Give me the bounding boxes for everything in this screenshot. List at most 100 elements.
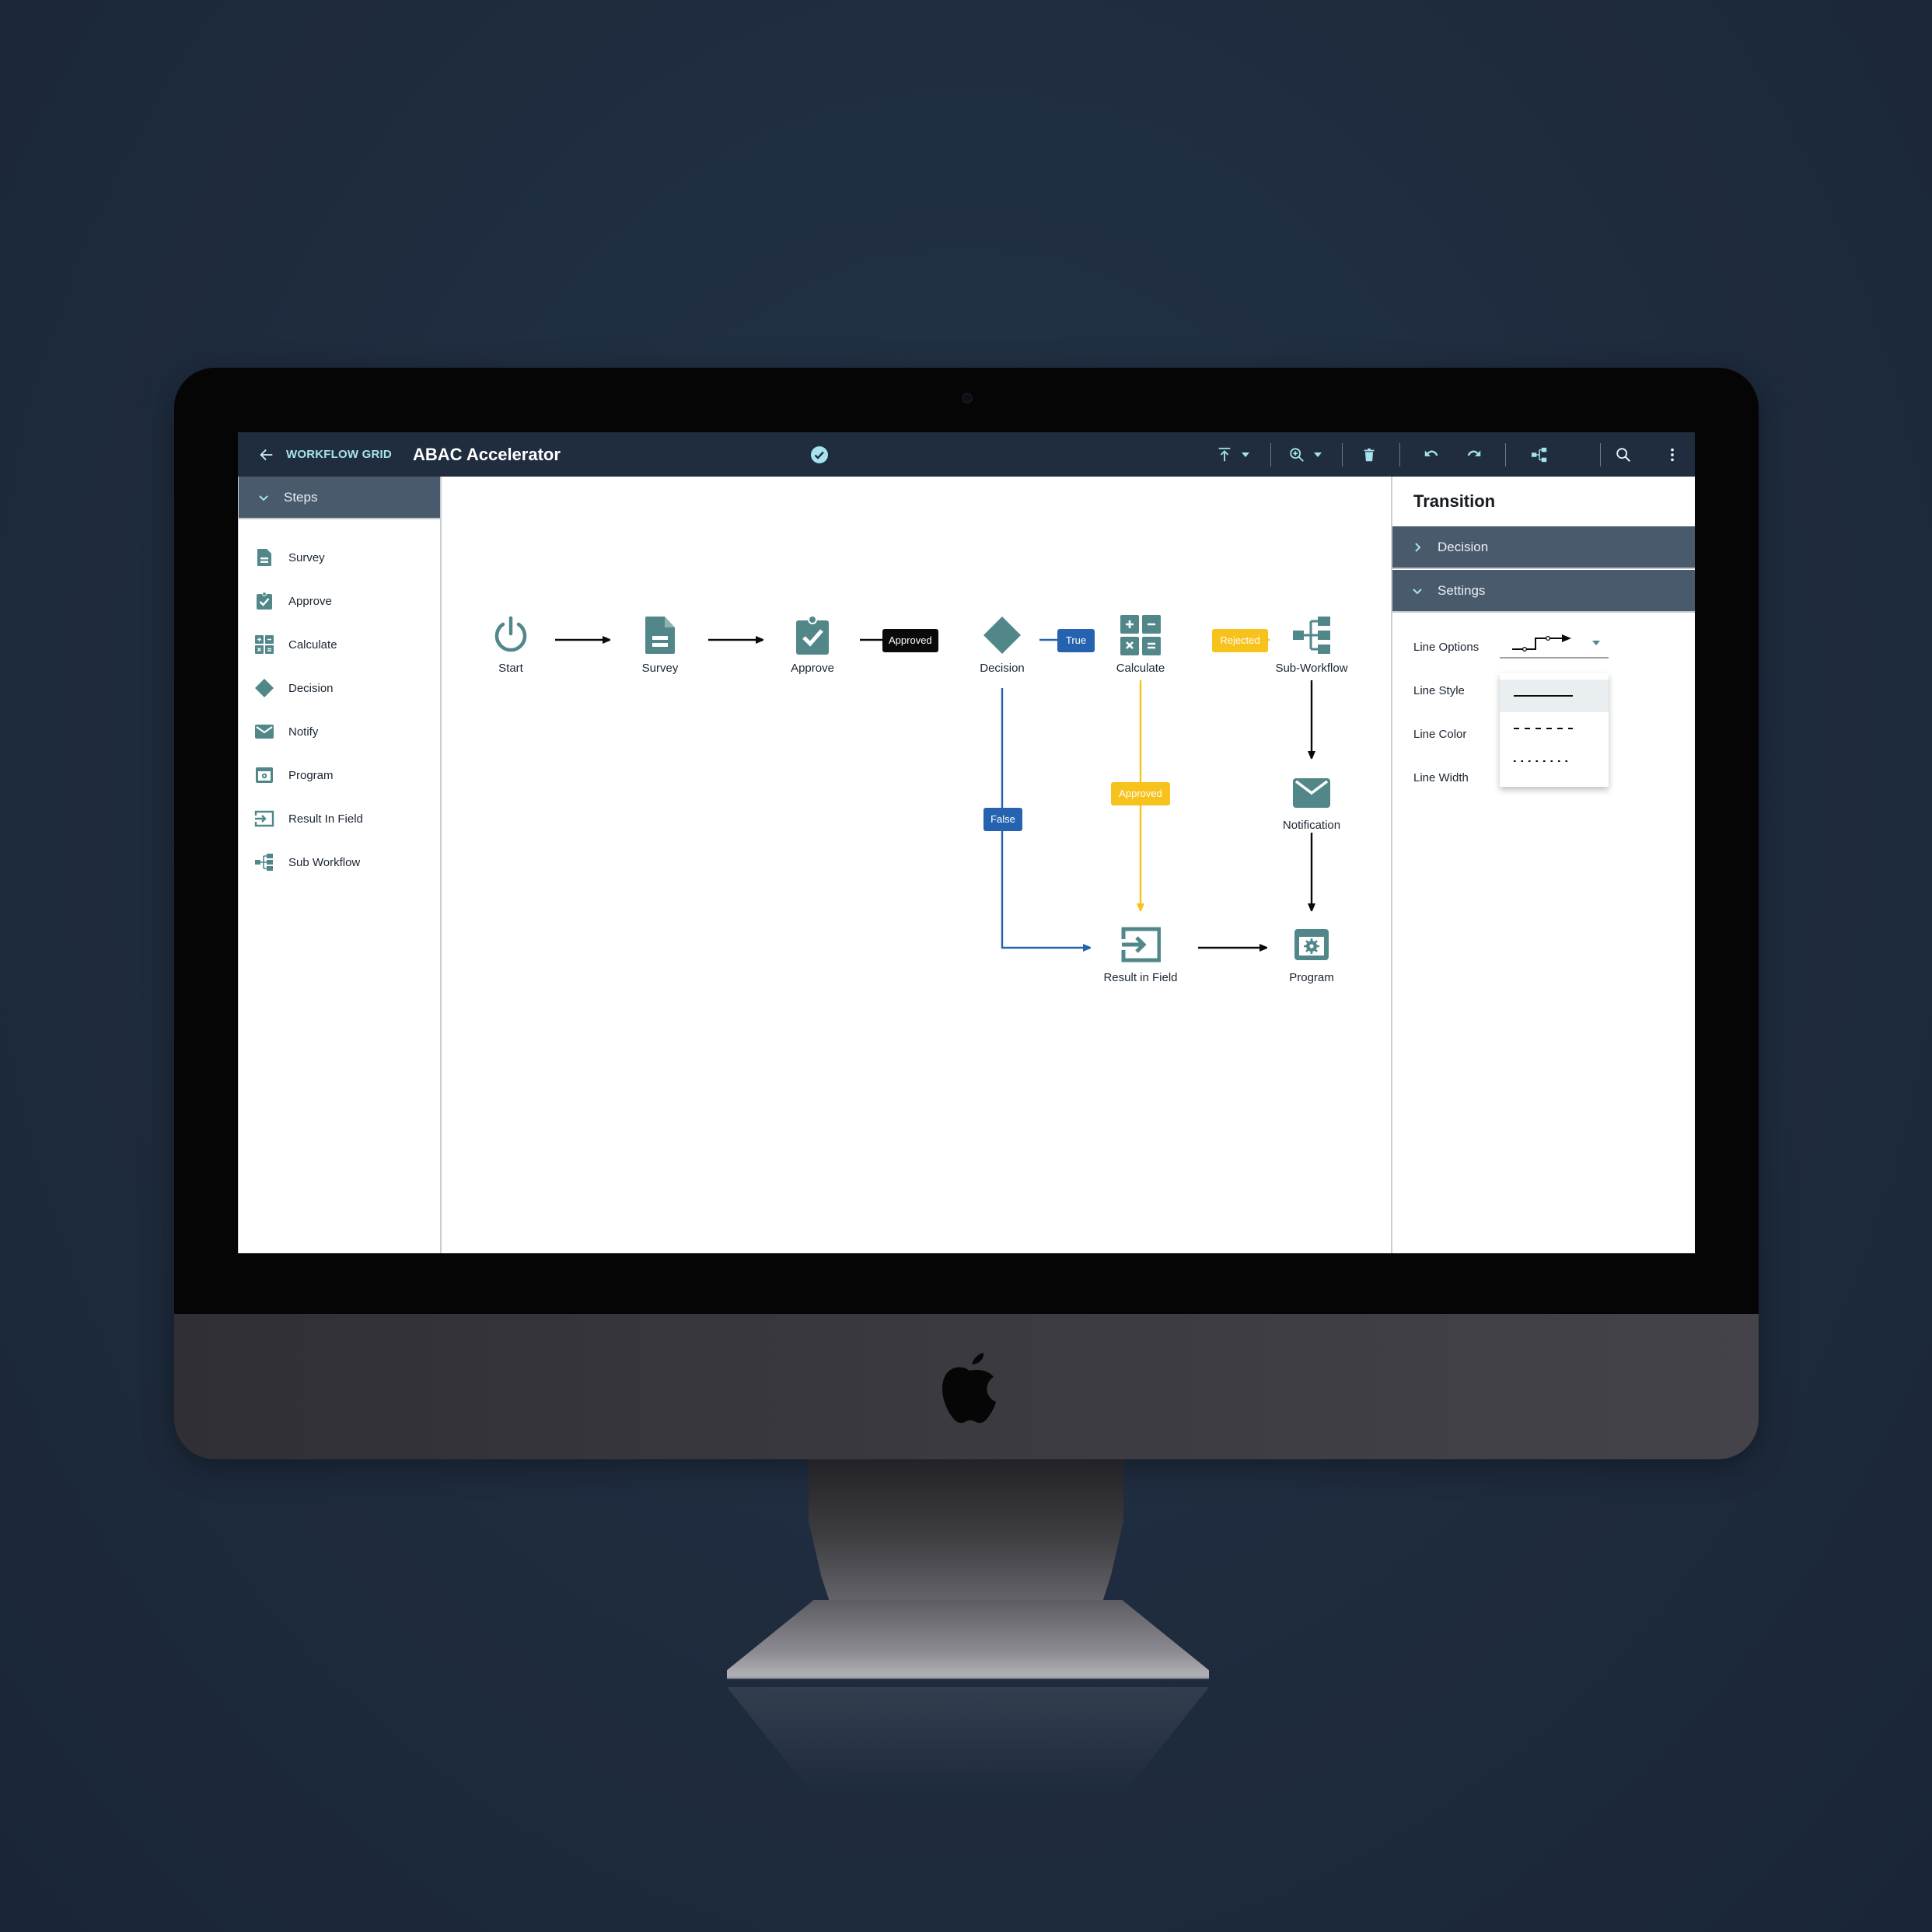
node-label: Calculate bbox=[1116, 662, 1165, 675]
step-item-label: Result In Field bbox=[288, 812, 363, 826]
node-label: Survey bbox=[641, 662, 679, 675]
edge-label-true[interactable]: True bbox=[1057, 629, 1095, 652]
node-approve[interactable]: Approve bbox=[766, 615, 859, 675]
line-color-label: Line Color bbox=[1413, 728, 1467, 741]
steps-panel-header[interactable]: Steps bbox=[239, 477, 440, 519]
zoom-in-icon bbox=[1290, 447, 1304, 462]
result-in-field-icon bbox=[1121, 927, 1161, 963]
node-label: Approve bbox=[791, 662, 834, 675]
app-screen: WORKFLOW GRID ABAC Accelerator Steps Sur… bbox=[238, 432, 1695, 1253]
node-decision[interactable]: Decision bbox=[956, 615, 1049, 675]
node-calculate[interactable]: Calculate bbox=[1094, 615, 1187, 675]
line-style-menu bbox=[1500, 673, 1609, 787]
line-options-label: Line Options bbox=[1413, 641, 1480, 654]
back-to-workflow-grid-button[interactable]: WORKFLOW GRID bbox=[258, 432, 392, 477]
sub-workflow-icon bbox=[1293, 617, 1330, 654]
node-survey[interactable]: Survey bbox=[613, 615, 707, 675]
section-label: Decision bbox=[1438, 539, 1489, 554]
solid-line-icon bbox=[1514, 695, 1573, 697]
search-icon bbox=[1616, 447, 1630, 462]
back-label: WORKFLOW GRID bbox=[286, 448, 392, 461]
edge-label-approved[interactable]: Approved bbox=[882, 629, 938, 652]
line-options-select[interactable] bbox=[1500, 627, 1609, 659]
align-top-icon bbox=[1218, 447, 1231, 461]
transition-panel: Transition Decision Settings Line Option… bbox=[1391, 477, 1695, 1253]
zoom-button[interactable] bbox=[1281, 432, 1329, 477]
step-item-sub-workflow[interactable]: Sub Workflow bbox=[254, 847, 360, 878]
undo-icon bbox=[1424, 450, 1438, 456]
line-style-option-solid[interactable] bbox=[1500, 680, 1609, 712]
step-item-label: Calculate bbox=[288, 638, 337, 652]
node-label: Sub-Workflow bbox=[1275, 662, 1348, 675]
step-item-approve[interactable]: Approve bbox=[254, 585, 332, 617]
workflow-canvas[interactable]: Approved True Rejected False Approved St… bbox=[442, 477, 1391, 1253]
steps-panel: Steps Survey Approve Calculate Decision … bbox=[238, 477, 442, 1253]
step-item-result-in-field[interactable]: Result In Field bbox=[254, 803, 363, 834]
redo-icon bbox=[1467, 450, 1481, 456]
edge-label-approved-yellow[interactable]: Approved bbox=[1111, 782, 1170, 805]
line-style-option-dotted[interactable] bbox=[1500, 745, 1609, 777]
clipboard-check-icon bbox=[796, 615, 829, 655]
node-program[interactable]: Program bbox=[1265, 924, 1358, 984]
step-item-decision[interactable]: Decision bbox=[254, 673, 334, 704]
line-width-label: Line Width bbox=[1413, 771, 1469, 784]
step-item-notify[interactable]: Notify bbox=[254, 716, 318, 747]
result-in-field-icon bbox=[254, 810, 274, 827]
arrow-left-icon bbox=[260, 449, 273, 460]
monitor-stand bbox=[809, 1459, 1123, 1615]
dotted-line-icon bbox=[1514, 760, 1573, 762]
more-options-button[interactable] bbox=[1657, 432, 1688, 477]
redo-button[interactable] bbox=[1455, 432, 1494, 477]
caret-down-icon bbox=[1592, 641, 1600, 645]
edge-label-false[interactable]: False bbox=[983, 808, 1022, 831]
workflow-tree-icon bbox=[1531, 447, 1547, 462]
toolbar-divider bbox=[1270, 443, 1271, 466]
toolbar-divider bbox=[1342, 443, 1343, 466]
dashed-line-icon bbox=[1514, 728, 1573, 729]
step-item-calculate[interactable]: Calculate bbox=[254, 629, 337, 660]
step-item-label: Approve bbox=[288, 594, 332, 608]
step-item-label: Notify bbox=[288, 725, 319, 739]
decision-section-header[interactable]: Decision bbox=[1392, 526, 1695, 569]
delete-button[interactable] bbox=[1350, 432, 1389, 477]
search-button[interactable] bbox=[1606, 432, 1640, 477]
document-icon bbox=[257, 549, 271, 566]
program-gear-icon bbox=[256, 767, 273, 783]
diamond-icon bbox=[255, 679, 274, 697]
caret-down-icon bbox=[1242, 452, 1249, 457]
chevron-down-icon bbox=[1413, 588, 1422, 594]
node-result-in-field[interactable]: Result in Field bbox=[1094, 924, 1187, 984]
sub-workflow-icon bbox=[255, 854, 273, 871]
step-item-program[interactable]: Program bbox=[254, 760, 334, 791]
toolbar-divider bbox=[1505, 443, 1506, 466]
align-top-button[interactable] bbox=[1210, 432, 1256, 477]
monitor-chin bbox=[174, 1314, 1759, 1459]
settings-section-header[interactable]: Settings bbox=[1392, 570, 1695, 613]
caret-down-icon bbox=[1314, 452, 1322, 457]
calculator-icon bbox=[1120, 615, 1161, 655]
power-icon bbox=[494, 616, 527, 652]
diamond-icon bbox=[983, 617, 1021, 654]
undo-button[interactable] bbox=[1412, 432, 1451, 477]
app-header: WORKFLOW GRID ABAC Accelerator bbox=[238, 432, 1695, 477]
panel-title: Transition bbox=[1413, 491, 1496, 511]
node-label: Result in Field bbox=[1103, 971, 1178, 984]
node-sub-workflow[interactable]: Sub-Workflow bbox=[1265, 615, 1358, 675]
workflow-map-button[interactable] bbox=[1516, 432, 1563, 477]
camera bbox=[962, 393, 973, 404]
stand-reflection bbox=[727, 1687, 1209, 1796]
step-item-label: Program bbox=[288, 768, 334, 782]
edge-label-rejected[interactable]: Rejected bbox=[1212, 629, 1268, 652]
node-label: Program bbox=[1289, 971, 1334, 984]
step-item-label: Sub Workflow bbox=[288, 855, 361, 869]
more-vertical-icon bbox=[1671, 448, 1674, 461]
step-item-survey[interactable]: Survey bbox=[254, 542, 325, 573]
line-style-option-dashed[interactable] bbox=[1500, 712, 1609, 745]
orthogonal-line-icon bbox=[1512, 634, 1571, 652]
toolbar-divider bbox=[1600, 443, 1601, 466]
program-gear-icon bbox=[1294, 929, 1329, 960]
node-start[interactable]: Start bbox=[464, 615, 557, 675]
line-style-label: Line Style bbox=[1413, 684, 1465, 697]
envelope-icon bbox=[255, 725, 274, 739]
node-notification[interactable]: Notification bbox=[1265, 772, 1358, 832]
